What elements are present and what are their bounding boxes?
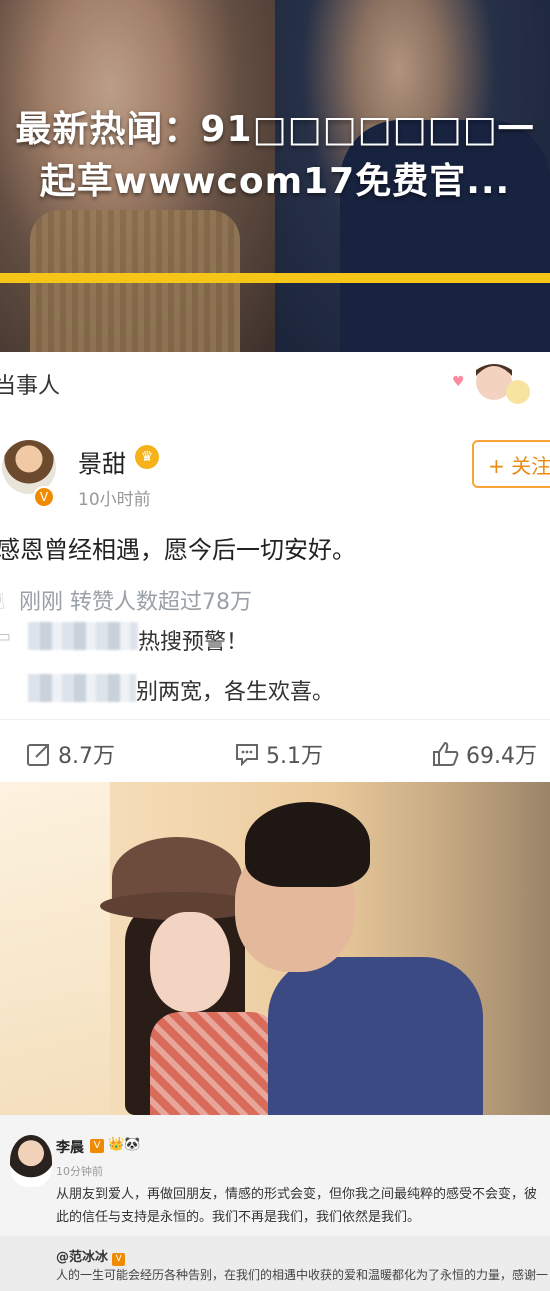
repost-author-name: @范冰冰 [56,1250,109,1265]
like-count: 69.4万 [466,744,537,769]
woman-face [150,912,230,1012]
emoji-icons: 👑🐼 [108,1137,141,1152]
repost-button[interactable]: 8.7万 [26,738,115,770]
bottom-post-content: 从朋友到爱人，再做回朋友，情感的形式会变，但你我之间最纯粹的感受不会变，彼此的信… [56,1187,538,1225]
couple-photo[interactable] [0,782,550,1115]
comment-2: 别两宽，各生欢喜。 [136,680,335,705]
comment-icon [236,744,258,767]
accent-bar [0,273,550,283]
woman-dress [150,1012,280,1115]
headline[interactable]: 最新热闻：91□□□□□□□一 起草wwwcom17免费官... [0,104,550,208]
stats-text: 刚刚 转赞人数超过78万 [19,590,252,615]
post-timestamp: 10小时前 [78,490,151,510]
bottom-weibo-post: 李晨 V 👑🐼 10分钟前 从朋友到爱人，再做回朋友，情感的形式会变，但你我之间… [0,1115,550,1291]
crown-icon: ♛ [135,445,159,469]
post-content: 感恩曾经相遇，愿今后一切安好。 [0,536,356,564]
repost-content: 人的一生可能会经历各种告别，在我们的相遇中收获的爱和温暖都化为了永恒的力量，感谢… [56,1268,549,1282]
weibo-post: 当事人 ♥ V 景甜 ♛ 10小时前 + 关注 感恩曾经相遇，愿今后一切安好。 … [0,352,550,782]
headline-line-1: 最新热闻：91□□□□□□□一 [15,109,535,150]
photo-window-light [0,782,110,1115]
like-button[interactable]: 69.4万 [432,738,537,770]
sticker-avatar-icon: ♥ [452,364,530,404]
thumbs-up-icon [433,741,459,766]
bottom-verified-icon: V [90,1139,104,1153]
repost-count: 8.7万 [58,744,115,769]
man-hair [245,802,370,887]
like-outline-icon: ☝ [0,590,12,615]
comment-bubble-icon: ▭ [0,626,12,647]
svg-text:♥: ♥ [452,374,465,390]
tab-label[interactable]: 当事人 [0,368,60,400]
repost-icon [27,744,49,766]
blurred-username-1 [28,622,138,650]
comment-count: 5.1万 [266,744,323,769]
username[interactable]: 景甜 [78,444,126,479]
man-shirt [268,957,483,1115]
repost-author[interactable]: @范冰冰 V [56,1246,126,1266]
comment-1: 热搜预警！ [138,630,249,655]
follow-button[interactable]: + 关注 [472,440,550,488]
blurred-username-2 [28,674,136,702]
hero-banner[interactable]: 最新热闻：91□□□□□□□一 起草wwwcom17免费官... [0,0,550,352]
headline-line-2: 起草wwwcom17免费官... [39,161,511,202]
bottom-username[interactable]: 李晨 [56,1137,84,1157]
bottom-timestamp: 10分钟前 [56,1165,103,1178]
verified-icon: V [33,486,55,508]
comment-button[interactable]: 5.1万 [234,738,323,770]
repost-verified-icon: V [112,1253,126,1266]
bottom-user-avatar[interactable] [10,1135,52,1187]
divider [0,719,550,720]
stats-line: ☝ 刚刚 转赞人数超过78万 [0,584,252,616]
